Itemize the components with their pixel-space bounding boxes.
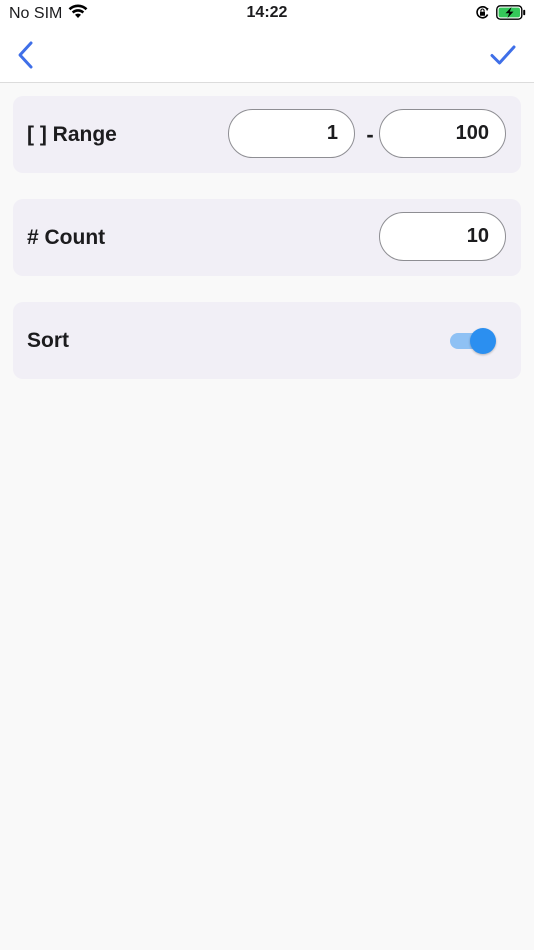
status-time: 14:22 [246, 4, 288, 21]
toggle-thumb [470, 328, 496, 354]
range-to-input[interactable] [379, 109, 506, 158]
sort-toggle[interactable] [448, 327, 496, 355]
sort-card: Sort [13, 302, 521, 379]
navigation-bar [0, 28, 534, 83]
checkmark-icon [490, 45, 516, 65]
chevron-left-icon [18, 41, 33, 69]
range-from-input[interactable] [228, 109, 355, 158]
battery-charging-icon [496, 5, 526, 25]
done-button[interactable] [486, 38, 520, 72]
range-card: [ ] Range - [13, 96, 521, 173]
count-input[interactable] [379, 212, 506, 261]
range-separator: - [366, 121, 374, 147]
orientation-lock-icon [475, 5, 490, 25]
settings-screen: No SIM 14:22 [] Range 1 - 100 # Count 1… [0, 0, 534, 950]
status-right [475, 5, 526, 25]
count-card: # Count [13, 199, 521, 276]
sort-label: Sort [27, 328, 69, 352]
range-label: [ ] Range [27, 122, 117, 146]
back-button[interactable] [10, 38, 40, 72]
count-label: # Count [27, 225, 106, 249]
status-bar: No SIM 14:22 [0, 0, 534, 28]
